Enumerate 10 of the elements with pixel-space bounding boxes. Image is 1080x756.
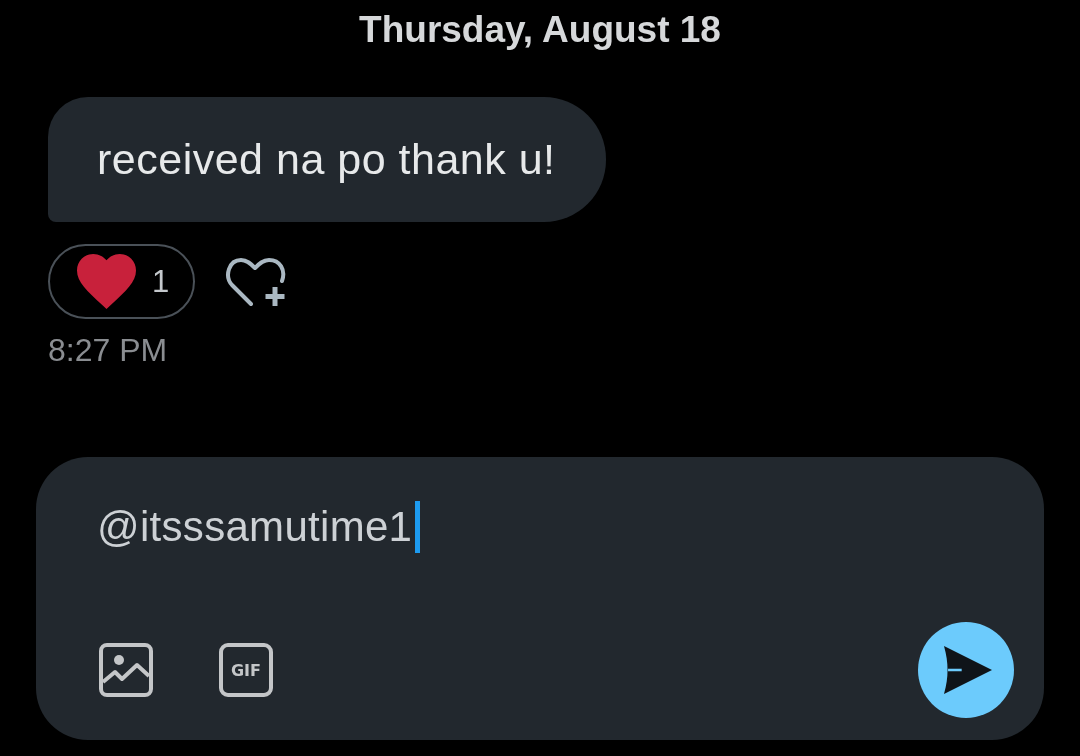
date-header: Thursday, August 18 [359, 9, 721, 51]
message-time: 8:27 PM [48, 332, 168, 368]
image-button[interactable] [99, 643, 153, 697]
message-bubble: received na po thank u! [48, 97, 606, 222]
image-icon [99, 643, 153, 697]
message-input[interactable]: @itsssamutime1 [97, 500, 421, 554]
send-icon [944, 645, 992, 695]
reaction-button[interactable]: 1 [48, 244, 196, 319]
heart-icon [77, 254, 136, 309]
gif-button[interactable]: GIF [219, 643, 273, 697]
